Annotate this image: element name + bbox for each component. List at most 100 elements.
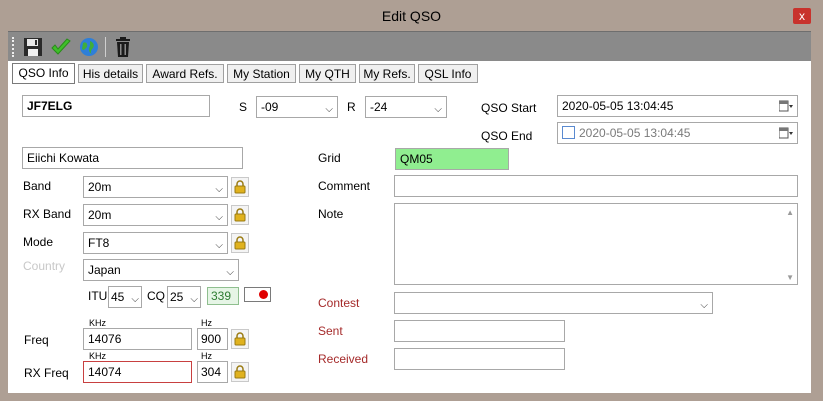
comment-label: Comment [318,179,371,193]
itu-select[interactable]: 45 ⌵ [108,286,142,308]
chevron-down-icon: ⌵ [190,294,198,305]
country-label: Country [23,259,66,273]
lock-icon [234,236,246,250]
rx-band-value: 20m [88,208,112,222]
freq-hz-field[interactable]: 900 [197,328,228,350]
chevron-down-icon: ⌵ [434,104,442,115]
scroll-down-icon[interactable]: ▼ [786,273,794,282]
name-field[interactable]: Eiichi Kowata [22,147,243,169]
contest-label: Contest [318,296,360,310]
r-label: R [347,100,356,114]
lock-icon [234,180,246,194]
band-label: Band [23,179,52,193]
trash-icon[interactable] [112,36,134,58]
rx-band-select[interactable]: 20m ⌵ [83,204,228,226]
rx-freq-label: RX Freq [24,366,69,380]
chevron-down-icon: ⌵ [215,240,223,251]
tab-my-station[interactable]: My Station [227,64,296,83]
save-icon[interactable] [22,36,44,58]
lock-icon [234,208,246,222]
comment-field[interactable] [394,175,798,197]
rx-band-label: RX Band [23,207,72,221]
tab-qsl-info[interactable]: QSL Info [418,64,478,83]
tab-his-details[interactable]: His details [78,64,143,83]
qso-start-value: 2020-05-05 13:04:45 [562,99,674,113]
close-button[interactable]: x [793,8,811,24]
dxcc-field[interactable]: 339 [207,287,239,305]
s-label: S [239,100,248,114]
freq-lock-button[interactable] [231,329,249,349]
freq-label: Freq [24,333,49,347]
chevron-down-icon: ⌵ [700,300,708,311]
qso-start-datetime[interactable]: 2020-05-05 13:04:45 [557,95,798,117]
tab-qso-info[interactable]: QSO Info [12,63,75,84]
rx-freq-hz-field[interactable]: 304 [197,361,228,383]
calendar-dropdown-icon[interactable] [779,100,793,112]
flag-red-circle [259,290,268,299]
received-label: Received [318,352,369,366]
chevron-down-icon: ⌵ [215,212,223,223]
itu-value: 45 [111,290,125,304]
toolbar-grip[interactable] [12,37,17,57]
sent-label: Sent [318,324,343,338]
sent-field[interactable] [394,320,565,342]
freq-hz-label: Hz [201,318,212,328]
band-select[interactable]: 20m ⌵ [83,176,228,198]
band-value: 20m [88,180,112,194]
country-select[interactable]: Japan ⌵ [83,259,239,281]
note-textarea[interactable]: ▲ ▼ [394,203,798,285]
tab-my-qth[interactable]: My QTH [299,64,356,83]
mode-label: Mode [23,235,54,249]
rx-freq-hz-label: Hz [201,351,212,361]
band-lock-button[interactable] [231,177,249,197]
tab-award-refs[interactable]: Award Refs. [146,64,224,83]
scroll-up-icon[interactable]: ▲ [786,208,794,217]
freq-khz-field[interactable]: 14076 [83,328,192,350]
mode-value: FT8 [88,236,110,250]
cq-label: CQ [147,289,165,303]
chevron-down-icon: ⌵ [325,104,333,115]
mode-select[interactable]: FT8 ⌵ [83,232,228,254]
lock-icon [234,365,246,379]
qso-end-checkbox[interactable] [562,126,575,139]
rx-band-lock-button[interactable] [231,205,249,225]
s-report-select[interactable]: -09 ⌵ [256,96,338,118]
callsign-field[interactable]: JF7ELG [22,95,210,117]
note-label: Note [318,207,344,221]
country-value: Japan [88,263,121,277]
window-title: Edit QSO [381,8,442,24]
cq-select[interactable]: 25 ⌵ [167,286,201,308]
cq-value: 25 [170,290,184,304]
mode-lock-button[interactable] [231,233,249,253]
calendar-dropdown-icon[interactable] [779,127,793,139]
title-bar: Edit QSO x [0,0,823,31]
chevron-down-icon: ⌵ [215,184,223,195]
s-report-value: -09 [261,100,279,114]
globe-icon[interactable] [78,36,100,58]
qso-end-label: QSO End [481,129,533,143]
tab-my-refs[interactable]: My Refs. [359,64,415,83]
rx-freq-khz-field[interactable]: 14074 [83,361,192,383]
qso-end-value: 2020-05-05 13:04:45 [579,126,691,140]
grid-field[interactable]: QM05 [395,148,509,170]
r-report-select[interactable]: -24 ⌵ [365,96,447,118]
qso-end-datetime[interactable]: 2020-05-05 13:04:45 [557,122,798,144]
contest-select[interactable]: ⌵ [394,292,713,314]
chevron-down-icon: ⌵ [226,267,234,278]
freq-khz-label: KHz [89,318,107,328]
chevron-down-icon: ⌵ [131,294,139,305]
toolbar-separator [105,37,106,57]
grid-label: Grid [318,151,341,165]
r-report-value: -24 [370,100,388,114]
toolbar [8,31,811,62]
check-icon[interactable] [50,36,72,58]
qso-start-label: QSO Start [481,101,537,115]
lock-icon [234,332,246,346]
received-field[interactable] [394,348,565,370]
itu-label: ITU [88,289,108,303]
rx-freq-lock-button[interactable] [231,362,249,382]
japan-flag-icon [244,287,271,302]
rx-freq-khz-label: KHz [89,351,107,361]
edit-qso-window: Edit QSO x QSO Info His details Award Re… [0,0,823,401]
qso-info-panel: JF7ELG S -09 ⌵ R -24 ⌵ QSO Start 2020-05-0… [8,85,811,393]
